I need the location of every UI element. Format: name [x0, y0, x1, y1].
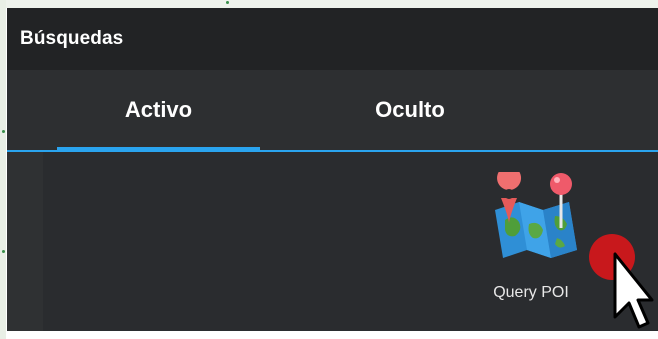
mouse-pointer-icon [613, 252, 654, 329]
panel-title: Búsquedas [20, 28, 124, 49]
content-gutter [7, 152, 43, 331]
panel-title-bar[interactable]: Búsquedas [7, 8, 658, 70]
query-poi-tile[interactable]: Query POI [471, 172, 596, 322]
tab-activo[interactable]: Activo [57, 70, 260, 152]
searches-panel: Búsquedas Activo Oculto Query POI [7, 8, 658, 331]
map-marker-dot [2, 130, 5, 133]
map-poi-icon [495, 172, 577, 258]
tab-content: Query POI [7, 152, 658, 331]
map-marker-dot [2, 250, 5, 253]
map-marker-dot [226, 1, 229, 4]
tab-bar: Activo Oculto [7, 70, 658, 152]
tab-oculto[interactable]: Oculto [310, 70, 510, 150]
tile-label: Query POI [493, 284, 569, 301]
